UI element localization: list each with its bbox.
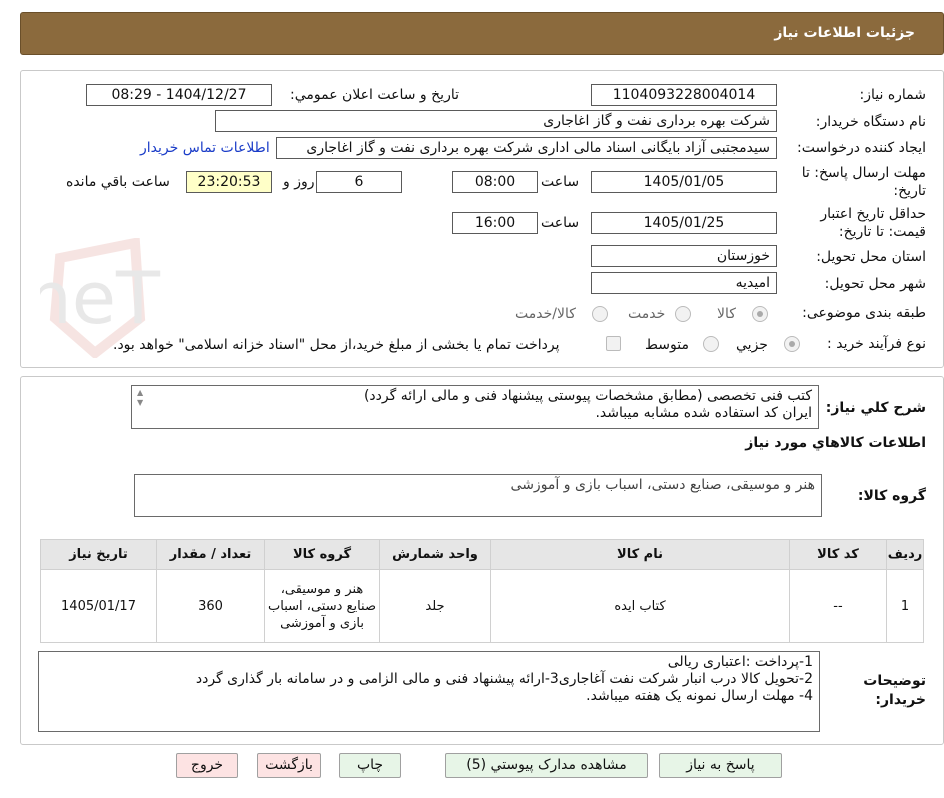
days-field[interactable]: 6 <box>316 171 402 193</box>
buyer-org-field[interactable]: شرکت بهره برداری نفت و گاز اغاجاری <box>215 110 777 132</box>
goods-group-label: گروه کالا: <box>857 488 926 504</box>
col-date: تاريخ نياز <box>40 539 157 570</box>
col-code: کد کالا <box>789 539 887 570</box>
announce-field[interactable]: 1404/12/27 - 08:29 <box>86 84 272 106</box>
validity-label: حداقل تاريخ اعتبار <box>820 206 926 222</box>
deadline-label: مهلت ارسال پاسخ: تا <box>801 165 926 181</box>
category-radio-both[interactable] <box>592 306 608 322</box>
creator-label: ايجاد کننده درخواست: <box>797 140 926 156</box>
goods-group-textarea[interactable]: هنر و موسیقی، صنایع دستی، اسباب بازی و آ… <box>134 474 822 517</box>
page-header: جزئیات اطلاعات نیاز <box>20 12 944 55</box>
validity-date-field[interactable]: 1405/01/25 <box>591 212 777 234</box>
buyer-note-line-2: 2-تحویل کالا درب انبار شرکت نفت آغاجاری3… <box>195 671 813 687</box>
description-line-1: کتب فنی تخصصی (مطابق مشخصات پیوستی پیشنه… <box>363 388 812 404</box>
validity-time-field[interactable]: 16:00 <box>452 212 538 234</box>
col-qty: تعداد / مقدار <box>156 539 265 570</box>
exit-button[interactable]: خروج <box>176 753 238 778</box>
cell-group: هنر و موسیقی، صنایع دستی، اسباب بازی و آ… <box>264 569 380 643</box>
cell-date: 1405/01/17 <box>40 569 157 643</box>
need-number-label: شماره نیاز: <box>859 87 927 103</box>
cell-qty: 360 <box>156 569 265 643</box>
print-button[interactable]: چاپ <box>339 753 401 778</box>
deadline-label-2: تاریخ: <box>893 183 926 199</box>
buyer-notes-label: توضيحات <box>863 673 926 689</box>
col-group: گروه کالا <box>264 539 380 570</box>
category-radio-service[interactable] <box>675 306 691 322</box>
validity-time-label: ساعت <box>541 215 580 231</box>
goods-group-value: هنر و موسیقی، صنایع دستی، اسباب بازی و آ… <box>510 477 815 493</box>
description-textarea[interactable]: کتب فنی تخصصی (مطابق مشخصات پیوستی پیشنه… <box>131 385 819 429</box>
cell-row: 1 <box>886 569 924 643</box>
table-row: 1 -- کتاب ایده جلد هنر و موسیقی، صنایع د… <box>40 569 924 643</box>
back-button[interactable]: بازگشت <box>257 753 321 778</box>
category-radio-goods[interactable] <box>752 306 768 322</box>
buyer-org-label: نام دستگاه خريدار: <box>815 114 926 130</box>
buyer-contact-link[interactable]: اطلاعات تماس خريدار <box>140 140 270 156</box>
category-option-both: کالا/خدمت <box>515 306 576 322</box>
process-option-medium: متوسط <box>645 337 689 353</box>
category-option-service: خدمت <box>628 306 666 322</box>
process-radio-medium[interactable] <box>703 336 719 352</box>
buyer-notes-textarea[interactable]: 1-پرداخت :اعتباری ریالی 2-تحویل کالا درب… <box>38 651 820 732</box>
buyer-note-line-3: 4- مهلت ارسال نمونه یک هفته میباشد. <box>586 688 813 704</box>
buyer-note-line-1: 1-پرداخت :اعتباری ریالی <box>667 654 813 670</box>
process-label: نوع فرآیند خرید : <box>827 336 926 352</box>
cell-code: -- <box>789 569 887 643</box>
province-field[interactable]: خوزستان <box>591 245 777 267</box>
creator-field[interactable]: سیدمجتبی آزاد بایگانی اسناد مالی اداری ش… <box>276 137 777 159</box>
announce-label: تاریخ و ساعت اعلان عمومي: <box>290 87 459 103</box>
category-option-goods: کالا <box>717 306 736 322</box>
goods-section-title: اطلاعات کالاهاي مورد نياز <box>745 435 926 451</box>
treasury-checkbox[interactable] <box>606 336 621 351</box>
scroll-arrows-icon[interactable]: ▲ ▼ <box>137 388 143 408</box>
remaining-label: ساعت باقي مانده <box>66 174 170 190</box>
deadline-date-field[interactable]: 1405/01/05 <box>591 171 777 193</box>
remaining-time-field: 23:20:53 <box>186 171 272 193</box>
process-radio-minor[interactable] <box>784 336 800 352</box>
validity-label-2: قيمت: تا تاريخ: <box>838 224 926 240</box>
cell-unit: جلد <box>379 569 491 643</box>
table-header-row: رديف کد کالا نام کالا واحد شمارش گروه کا… <box>40 539 924 570</box>
buyer-notes-label-2: خريدار: <box>875 692 926 708</box>
description-label: شرح کلي نياز: <box>825 400 926 416</box>
need-number-field[interactable]: 1104093228004014 <box>591 84 777 106</box>
deadline-time-label: ساعت <box>541 174 580 190</box>
process-option-minor: جزيي <box>736 337 768 353</box>
days-label: روز و <box>283 174 315 190</box>
deadline-time-field[interactable]: 08:00 <box>452 171 538 193</box>
category-label: طبقه بندی موضوعی: <box>802 305 926 321</box>
col-name: نام کالا <box>490 539 790 570</box>
cell-name: کتاب ایده <box>490 569 790 643</box>
attachments-button[interactable]: مشاهده مدارک پيوستي (5) <box>445 753 648 778</box>
col-row: رديف <box>886 539 924 570</box>
treasury-note: پرداخت تمام یا بخشی از مبلغ خرید،از محل … <box>113 337 560 353</box>
reply-button[interactable]: پاسخ به نياز <box>659 753 782 778</box>
col-unit: واحد شمارش <box>379 539 491 570</box>
province-label: استان محل تحويل: <box>816 249 926 265</box>
description-line-2: ایران کد استفاده شده مشابه میباشد. <box>595 405 812 421</box>
city-label: شهر محل تحويل: <box>824 276 926 292</box>
page-title: جزئیات اطلاعات نیاز <box>774 25 915 41</box>
items-table: رديف کد کالا نام کالا واحد شمارش گروه کا… <box>40 539 924 643</box>
city-field[interactable]: امیدیه <box>591 272 777 294</box>
watermark-text: AriaTender.neT <box>40 256 161 340</box>
